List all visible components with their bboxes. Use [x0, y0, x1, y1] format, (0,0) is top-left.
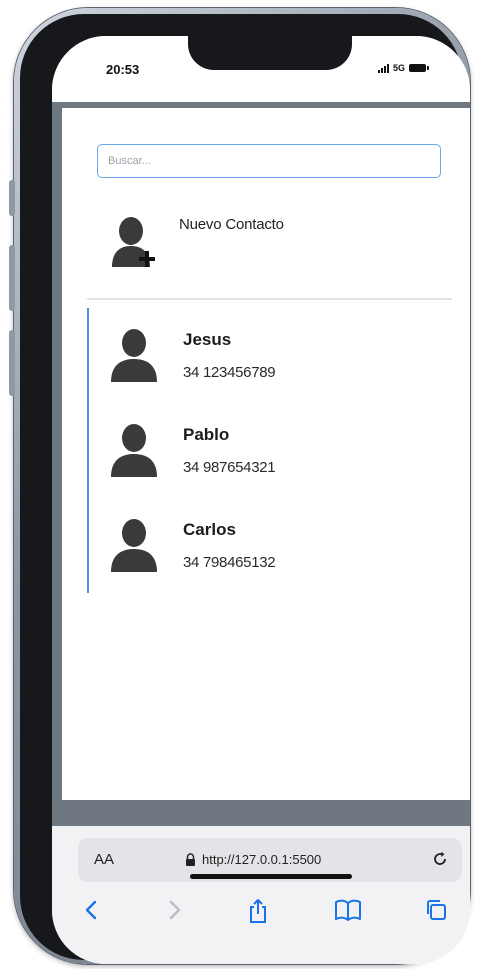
status-time: 20:53 — [106, 62, 140, 77]
back-icon[interactable] — [82, 898, 102, 922]
browser-viewport: Nuevo Contacto Jesus 34 123456789 — [52, 102, 470, 826]
notch — [188, 36, 352, 70]
contacts-page: Nuevo Contacto Jesus 34 123456789 — [62, 108, 470, 800]
volume-down-button — [9, 330, 15, 396]
phone-bezel: 20:53 5G Buscar... Nuevo Contacto Jesus … — [20, 14, 470, 964]
bookmarks-icon[interactable] — [334, 898, 362, 922]
network-label: 5G — [393, 63, 406, 73]
battery-icon — [409, 64, 430, 72]
tabs-icon[interactable] — [424, 898, 448, 922]
lock-icon — [186, 853, 195, 866]
contact-item-carlos[interactable]: Carlos 34 798465132 — [87, 498, 467, 593]
new-contact-label: Nuevo Contacto — [179, 216, 284, 233]
add-person-icon — [112, 217, 155, 267]
home-indicator — [190, 874, 352, 879]
share-icon[interactable] — [246, 898, 270, 924]
reload-icon[interactable] — [430, 849, 450, 869]
volume-up-button — [9, 245, 15, 311]
contact-phone: 34 123456789 — [183, 364, 276, 381]
text-size-button[interactable]: AA — [94, 851, 114, 868]
phone-screen: 20:53 5G Buscar... Nuevo Contacto Jesus … — [52, 36, 470, 964]
mute-switch — [9, 180, 15, 216]
contact-name: Pablo — [183, 425, 230, 444]
browser-toolbar: AA http://127.0.0.1:5500 — [52, 826, 470, 964]
device-screenshot: 20:53 5G Buscar... Nuevo Contacto Jesus … — [0, 0, 478, 969]
person-icon — [111, 424, 157, 477]
new-contact-button[interactable]: Nuevo Contacto — [97, 208, 357, 282]
browser-nav — [52, 892, 470, 932]
contact-item-jesus[interactable]: Jesus 34 123456789 — [87, 308, 467, 403]
url-text: http://127.0.0.1:5500 — [202, 852, 322, 867]
forward-icon[interactable] — [164, 898, 184, 922]
search-input[interactable] — [97, 144, 441, 178]
contact-phone: 34 987654321 — [183, 459, 276, 476]
contact-item-pablo[interactable]: Pablo 34 987654321 — [87, 403, 467, 498]
contact-list: Jesus 34 123456789 Pablo 34 987654321 Ca… — [87, 308, 467, 593]
divider — [87, 298, 452, 300]
person-icon — [111, 329, 157, 382]
status-indicators: 5G — [378, 63, 430, 73]
signal-icon — [378, 63, 389, 73]
contact-phone: 34 798465132 — [183, 554, 276, 571]
status-bar: 20:53 5G — [52, 36, 470, 102]
person-icon — [111, 519, 157, 572]
contact-name: Carlos — [183, 520, 236, 539]
contact-name: Jesus — [183, 330, 232, 349]
